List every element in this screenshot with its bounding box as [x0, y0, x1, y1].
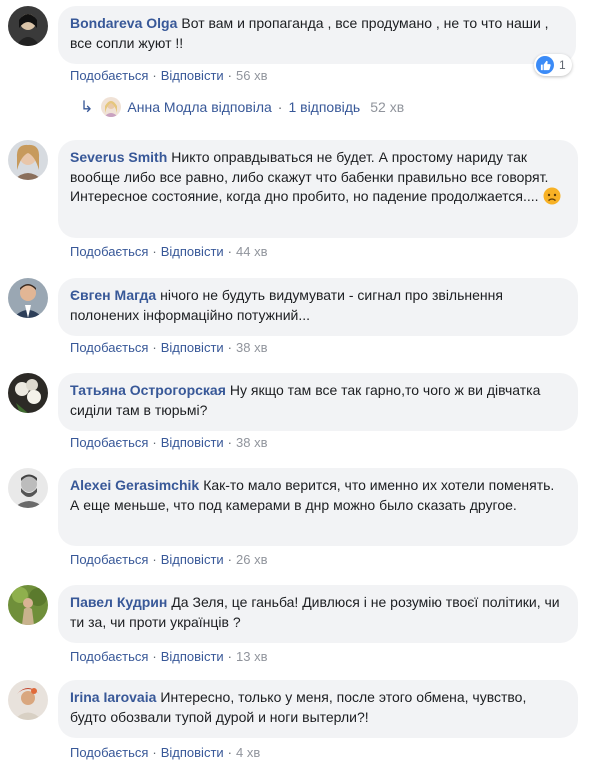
comment: Severus Smith Никто оправдываться не буде…	[0, 140, 604, 270]
separator: ·	[227, 649, 233, 664]
reaction-count[interactable]: 1	[534, 54, 572, 76]
comment-author[interactable]: Bondareva Olga	[70, 15, 177, 31]
comment-actions: Подобається · Відповісти · 4 хв	[70, 745, 260, 760]
reply-button[interactable]: Відповісти	[161, 68, 224, 83]
avatar[interactable]	[8, 468, 48, 508]
reply-button[interactable]: Відповісти	[161, 244, 224, 259]
like-button[interactable]: Подобається	[70, 340, 148, 355]
replies-count[interactable]: 1 відповідь	[288, 99, 360, 115]
separator: ·	[152, 68, 157, 83]
separator: ·	[227, 435, 233, 450]
comment-bubble: Irina Iarovaia Интересно, только у меня, …	[58, 680, 578, 738]
avatar	[101, 97, 122, 117]
separator: ·	[227, 745, 233, 760]
comment: Bondareva Olga Вот вам и пропаганда , все…	[0, 0, 604, 117]
avatar[interactable]	[8, 680, 48, 720]
like-button[interactable]: Подобається	[70, 68, 148, 83]
reply-button[interactable]: Відповісти	[161, 552, 224, 567]
view-replies[interactable]: ↳ Анна Модла відповіла · 1 відповідь 52 …	[80, 97, 404, 117]
separator: ·	[152, 244, 157, 259]
comment-actions: Подобається · Відповісти · 44 хв	[70, 244, 268, 259]
separator: ·	[152, 745, 157, 760]
comment-author[interactable]: Павел Кудрин	[70, 594, 167, 610]
comment-time[interactable]: 44 хв	[236, 244, 267, 259]
avatar[interactable]	[8, 278, 48, 318]
separator: ·	[152, 435, 157, 450]
comment-actions: Подобається · Відповісти · 13 хв	[70, 649, 268, 664]
comment-time[interactable]: 56 хв	[236, 68, 267, 83]
comment-author[interactable]: Татьяна Острогорская	[70, 382, 226, 398]
reaction-count-label: 1	[559, 58, 566, 72]
separator: ·	[227, 340, 233, 355]
replies-time: 52 хв	[370, 99, 405, 115]
separator: ·	[152, 552, 157, 567]
like-button[interactable]: Подобається	[70, 649, 148, 664]
comment-time[interactable]: 4 хв	[236, 745, 260, 760]
reply-button[interactable]: Відповісти	[161, 649, 224, 664]
comment-time[interactable]: 38 хв	[236, 340, 267, 355]
avatar[interactable]	[8, 373, 48, 413]
comment-bubble: Bondareva Olga Вот вам и пропаганда , все…	[58, 6, 576, 64]
comment-time[interactable]: 13 хв	[236, 649, 267, 664]
like-button[interactable]: Подобається	[70, 745, 148, 760]
separator: ·	[227, 68, 233, 83]
separator: ·	[227, 552, 233, 567]
sad-face-icon	[543, 187, 561, 205]
like-button[interactable]: Подобається	[70, 435, 148, 450]
comment-bubble: Євген Магда нічого не будуть видумувати -…	[58, 278, 578, 336]
comment-author[interactable]: Irina Iarovaia	[70, 689, 156, 705]
comment-actions: Подобається · Відповісти · 26 хв	[70, 552, 268, 567]
avatar[interactable]	[8, 585, 48, 625]
comment-actions: Подобається · Відповісти · 38 хв	[70, 435, 268, 450]
avatar[interactable]	[8, 6, 48, 46]
comment: Татьяна Острогорская Ну якщо там все так …	[0, 373, 604, 461]
separator: ·	[227, 244, 233, 259]
reply-button[interactable]: Відповісти	[161, 340, 224, 355]
comment: Павел Кудрин Да Зеля, це ганьба! Дивлюся …	[0, 585, 604, 673]
comment-time[interactable]: 38 хв	[236, 435, 267, 450]
reply-button[interactable]: Відповісти	[161, 435, 224, 450]
separator: ·	[152, 340, 157, 355]
comment-author[interactable]: Євген Магда	[70, 287, 156, 303]
like-icon	[536, 56, 554, 74]
separator: ·	[277, 99, 283, 115]
reply-button[interactable]: Відповісти	[161, 745, 224, 760]
comment: Alexei Gerasimchik Как-то мало верится, ч…	[0, 468, 604, 578]
comment: Євген Магда нічого не будуть видумувати -…	[0, 278, 604, 366]
like-button[interactable]: Подобається	[70, 552, 148, 567]
replies-author-summary[interactable]: Анна Модла відповіла	[127, 99, 271, 115]
comment-bubble: Павел Кудрин Да Зеля, це ганьба! Дивлюся …	[58, 585, 578, 643]
comment: Irina Iarovaia Интересно, только у меня, …	[0, 680, 604, 768]
comment-author[interactable]: Alexei Gerasimchik	[70, 477, 199, 493]
comment-bubble: Severus Smith Никто оправдываться не буде…	[58, 140, 578, 238]
comment-bubble: Alexei Gerasimchik Как-то мало верится, ч…	[58, 468, 578, 546]
like-button[interactable]: Подобається	[70, 244, 148, 259]
reply-arrow-icon: ↳	[80, 99, 94, 116]
comment-bubble: Татьяна Острогорская Ну якщо там все так …	[58, 373, 578, 431]
separator: ·	[152, 649, 157, 664]
comment-actions: Подобається · Відповісти · 56 хв	[70, 68, 268, 83]
comment-time[interactable]: 26 хв	[236, 552, 267, 567]
comment-actions: Подобається · Відповісти · 38 хв	[70, 340, 268, 355]
comment-author[interactable]: Severus Smith	[70, 149, 167, 165]
avatar[interactable]	[8, 140, 48, 180]
